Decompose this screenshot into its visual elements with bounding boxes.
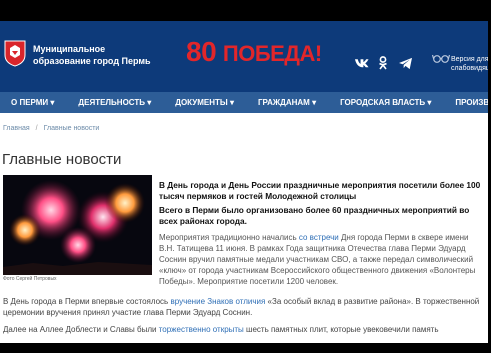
p3-link-opened[interactable]: торжественно открыты: [159, 325, 244, 334]
article-paragraph-1: Мероприятия традиционно начались со встр…: [159, 232, 484, 287]
low-vision-line-1: Версия для: [451, 56, 488, 63]
p2-text-before: В День города в Перми впервые состоялось: [3, 297, 171, 306]
social-links: [353, 56, 413, 70]
low-vision-glasses-icon[interactable]: [432, 52, 450, 64]
p3-text-before: Далее на Аллее Доблести и Славы были: [3, 325, 159, 334]
photo-caption: Фото Сергей Петровых: [3, 276, 57, 282]
victory-80-banner[interactable]: 80 ПОБЕДА!: [186, 36, 322, 68]
nav-item-about-perm[interactable]: О ПЕРМИ ▾: [0, 92, 66, 113]
fireworks-image: [3, 175, 152, 275]
nav-item-city-government[interactable]: ГОРОДСКАЯ ВЛАСТЬ ▾: [328, 92, 443, 113]
main-content: Главная / Главные новости Главные новости: [0, 113, 488, 343]
article-lead-2: Всего в Перми было организовано более 60…: [159, 205, 470, 226]
nav-item-citizens[interactable]: ГРАЖДАНАМ ▾: [246, 92, 328, 113]
site-header: Муниципальное образование город Пермь 80…: [0, 21, 488, 92]
municipality-name[interactable]: Муниципальное образование город Пермь: [33, 43, 151, 67]
low-vision-link[interactable]: Версия для слабовидящ: [451, 55, 488, 73]
p1-link-meeting[interactable]: со встречи: [299, 233, 339, 242]
municipality-line-2: образование город Пермь: [33, 56, 151, 66]
breadcrumb-separator: /: [35, 125, 38, 132]
nav-item-production[interactable]: ПРОИЗВОДСТВЕ: [443, 92, 488, 113]
odnoklassniki-icon[interactable]: [375, 56, 391, 70]
vk-icon[interactable]: [353, 56, 369, 70]
article-paragraph-2: В День города в Перми впервые состоялось…: [3, 296, 485, 318]
perm-coat-of-arms-icon[interactable]: [3, 39, 27, 67]
window-frame-top: [0, 0, 491, 21]
article-lead-1: В День города и День России праздничные …: [159, 180, 481, 201]
banner-number: 80: [186, 36, 217, 67]
page-title: Главные новости: [2, 151, 122, 168]
p1-text-before: Мероприятия традиционно начались: [159, 233, 299, 242]
window-frame-bottom: [0, 343, 491, 353]
breadcrumb-home-link[interactable]: Главная: [3, 125, 30, 132]
p3-text-after: шесть памятных плит, которые увековечили…: [243, 325, 439, 334]
low-vision-line-2: слабовидящ: [451, 65, 488, 72]
telegram-icon[interactable]: [397, 56, 413, 70]
p2-link-awards[interactable]: вручение Знаков отличия: [170, 297, 265, 306]
breadcrumb-current: Главные новости: [43, 125, 100, 132]
article-paragraph-3: Далее на Аллее Доблести и Славы были тор…: [3, 324, 485, 335]
municipality-line-1: Муниципальное: [33, 44, 106, 54]
nav-item-activity[interactable]: ДЕЯТЕЛЬНОСТЬ ▾: [66, 92, 163, 113]
banner-word: ПОБЕДА!: [222, 41, 322, 66]
news-photo-fireworks[interactable]: [3, 175, 152, 275]
breadcrumb: Главная / Главные новости: [3, 125, 99, 132]
main-navigation: О ПЕРМИ ▾ ДЕЯТЕЛЬНОСТЬ ▾ ДОКУМЕНТЫ ▾ ГРА…: [0, 92, 488, 113]
nav-item-documents[interactable]: ДОКУМЕНТЫ ▾: [163, 92, 246, 113]
